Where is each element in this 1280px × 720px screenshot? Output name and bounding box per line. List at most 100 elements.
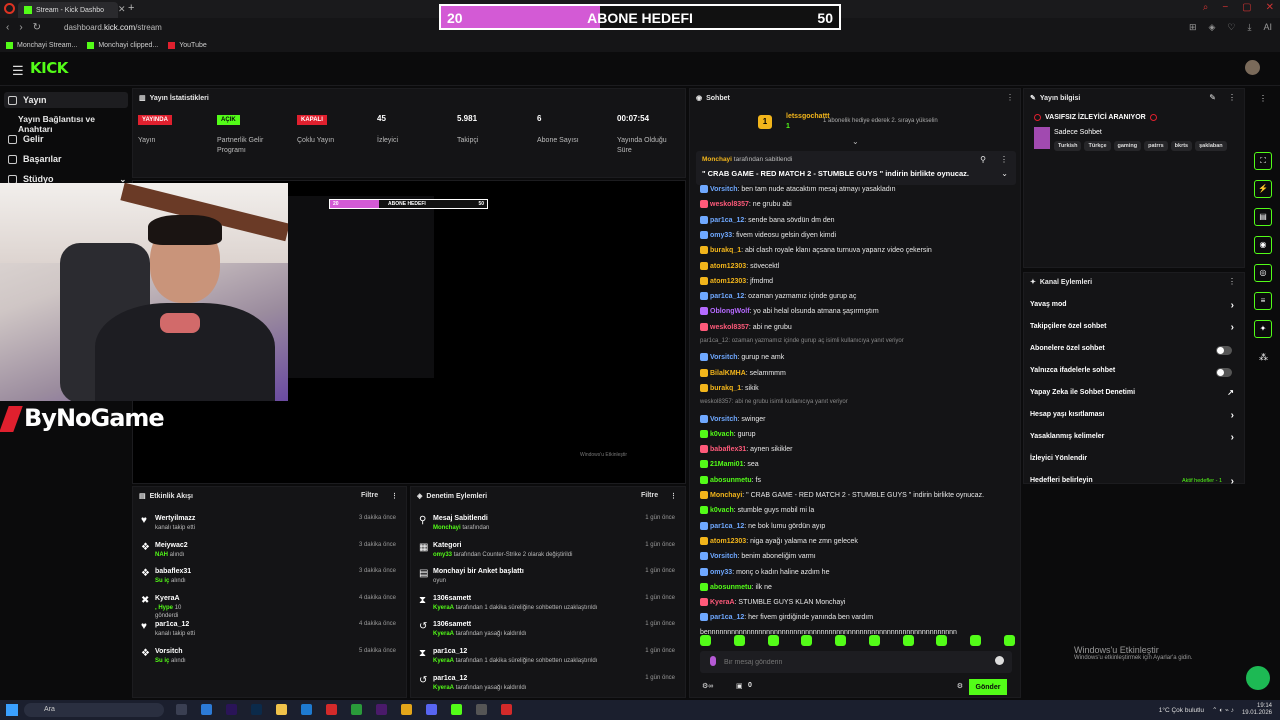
tag-chip[interactable]: Türkçe [1084,141,1111,151]
chat-username[interactable]: omy33 [710,568,732,575]
close-window-icon[interactable]: ✕ [1266,2,1274,13]
kick-app-icon[interactable] [451,704,462,715]
chat-username[interactable]: atom12303 [710,538,746,545]
obs-icon[interactable] [476,704,487,715]
channel-action-row[interactable]: Yavaş mod › [1030,300,1238,315]
menu-icon[interactable]: ☰ [12,63,24,79]
chat-username[interactable]: burakq_1 [710,247,741,254]
premiere-icon[interactable] [226,704,237,715]
extension-icon[interactable]: ⊞ [1189,22,1197,33]
opera-icon[interactable] [326,704,337,715]
feed-filter-button[interactable]: Filtre [361,492,378,499]
more-icon[interactable]: ⋮ [1228,93,1236,102]
chat-username[interactable]: k0vach [710,431,734,438]
list-item[interactable]: ▦ Kategori omy33 tarafından Counter-Strike… [417,540,679,566]
chat-username[interactable]: atom12303 [710,262,746,269]
more-icon[interactable]: ⋮ [1000,155,1008,164]
tag-chip[interactable]: gaming [1113,141,1142,151]
list-item[interactable]: ⚲ Mesaj Sabitlendi Monchayi tarafından 1 gü… [417,513,679,539]
tag-chip[interactable]: bkrts [1170,141,1193,151]
task-view-icon[interactable] [176,704,187,715]
chat-username[interactable]: par1ca_12 [710,216,744,223]
chat-username[interactable]: KyeraA [710,599,735,606]
chat-username[interactable]: par1ca_12 [710,293,744,300]
toggle-switch[interactable] [1216,368,1232,377]
ai-label[interactable]: AI [1263,22,1272,33]
file-explorer-icon[interactable] [276,704,287,715]
channel-action-row[interactable]: Yalnızca ifadelerle sohbet [1030,367,1238,381]
taskbar-search[interactable]: Ara [24,703,164,717]
chat-username[interactable]: par1ca_12 [710,522,744,529]
minimize-icon[interactable]: − [1222,2,1228,13]
download-icon[interactable]: ⤓ [1248,22,1252,33]
chat-username[interactable]: Monchayi [710,492,742,499]
bookmark-monchayi-stream[interactable]: Monchayi Stream... [6,41,77,49]
toggle-switch[interactable] [1216,346,1232,355]
more-icon[interactable]: ⋮ [1006,93,1014,102]
list-item[interactable]: ♥ par1ca_12 kanalı takip etti 4 dakika önce [139,619,400,645]
chat-input[interactable] [724,656,984,668]
chat-username[interactable]: atom12303 [710,278,746,285]
list-item[interactable]: ✖ KyeraA , Hype 10 gönderdi 4 dakika önce [139,593,400,619]
rail-add-icon[interactable]: ⁂ [1259,352,1268,363]
pin-icon[interactable]: ⚲ [980,155,986,164]
support-chat-icon[interactable] [1246,666,1270,690]
search-tabs-icon[interactable]: ⌕ [1203,2,1209,13]
chat-username[interactable]: BilalKMHA [710,369,746,376]
chat-username[interactable]: par1ca_12 [710,614,744,621]
emote-icon[interactable] [868,635,880,646]
list-item[interactable]: ↺ 1306samett KyeraA tarafından yasağı kald… [417,619,679,645]
chat-username[interactable]: weskol8357 [710,324,749,331]
sidebar-item-achievements[interactable]: Başarılar [8,154,62,164]
moderation-filter-button[interactable]: Filtre [641,492,658,499]
channel-action-row[interactable]: Hedefleri belirleyin Aktif hedefler - 1 › [1030,476,1238,491]
chat-username[interactable]: Vorsitch [710,186,738,193]
list-item[interactable]: ▤ Monchayi bir Anket başlattı oyun 1 gün ön… [417,566,679,592]
shield-icon[interactable]: ◈ [1209,22,1216,33]
more-icon[interactable]: ⋮ [670,492,677,500]
rail-broadcast-icon[interactable]: ◎ [1254,264,1272,282]
chat-username[interactable]: omy33 [710,232,732,239]
chrome-icon[interactable] [401,704,412,715]
maximize-icon[interactable]: ▢ [1242,2,1251,13]
list-item[interactable]: ⧗ par1ca_12 KyeraA tarafından 1 dakika sür… [417,646,679,672]
rail-list-icon[interactable]: ≡ [1254,292,1272,310]
new-tab-icon[interactable]: + [128,2,134,14]
list-item[interactable]: ❖ Meiywac2 NAH alındı 3 dakika önce [139,540,400,566]
bookmark-youtube[interactable]: YouTube [168,41,207,49]
channel-action-row[interactable]: Yapay Zeka ile Sohbet Denetimi ↗ [1030,388,1238,403]
tag-chip[interactable]: patrrs [1144,141,1168,151]
sidebar-item-stream-key[interactable]: Yayın Bağlantısı ve Anahtarı [18,114,130,134]
url-field[interactable]: dashboard.kick.com/stream [64,23,162,32]
chat-username[interactable]: burakq_1 [710,385,741,392]
channel-action-row[interactable]: Abonelere özel sohbet [1030,345,1238,359]
channel-action-row[interactable]: Hesap yaşı kısıtlaması › [1030,410,1238,425]
emote-icon[interactable] [700,635,711,646]
bookmark-monchayi-clipped[interactable]: Monchayi clipped... [87,41,158,49]
mail-icon[interactable] [301,704,312,715]
rail-wrench-icon[interactable]: ✦ [1254,320,1272,338]
list-item[interactable]: ♥ Wertyilmazz kanalı takip etti 3 dakika ön… [139,513,400,539]
emote-icon[interactable] [902,635,914,646]
emote-icon[interactable] [767,635,779,646]
chat-username[interactable]: k0vach [710,507,734,514]
send-button[interactable]: Gönder [969,679,1007,695]
emote-icon[interactable] [733,635,745,646]
nav-buttons-icon[interactable]: ‹›↻ [6,22,51,33]
opera-logo-icon[interactable] [4,3,15,14]
chat-username[interactable]: babaflex31 [710,446,746,453]
chevron-down-icon[interactable]: ⌄ [1001,169,1008,178]
emote-icon[interactable] [801,635,813,646]
tag-chip[interactable]: Turkish [1054,141,1082,151]
rail-chat-icon[interactable]: ◉ [1254,236,1272,254]
tag-chip[interactable]: şaklaban [1195,141,1227,151]
sidebar-item-stream[interactable]: Yayın [4,92,128,108]
emote-icon[interactable] [970,635,982,646]
mic-icon[interactable] [710,656,716,666]
rail-lightning-icon[interactable]: ⚡ [1254,180,1272,198]
more-icon[interactable]: ⋮ [391,492,398,500]
gear-icon[interactable]: ⚙ [957,682,963,690]
list-item[interactable]: ↺ par1ca_12 KyeraA tarafından yasağı kaldı… [417,673,679,699]
tray-icons[interactable]: ⌃ ◐ ⌁ ♪ [1212,706,1234,714]
windows-start-icon[interactable] [6,704,18,716]
